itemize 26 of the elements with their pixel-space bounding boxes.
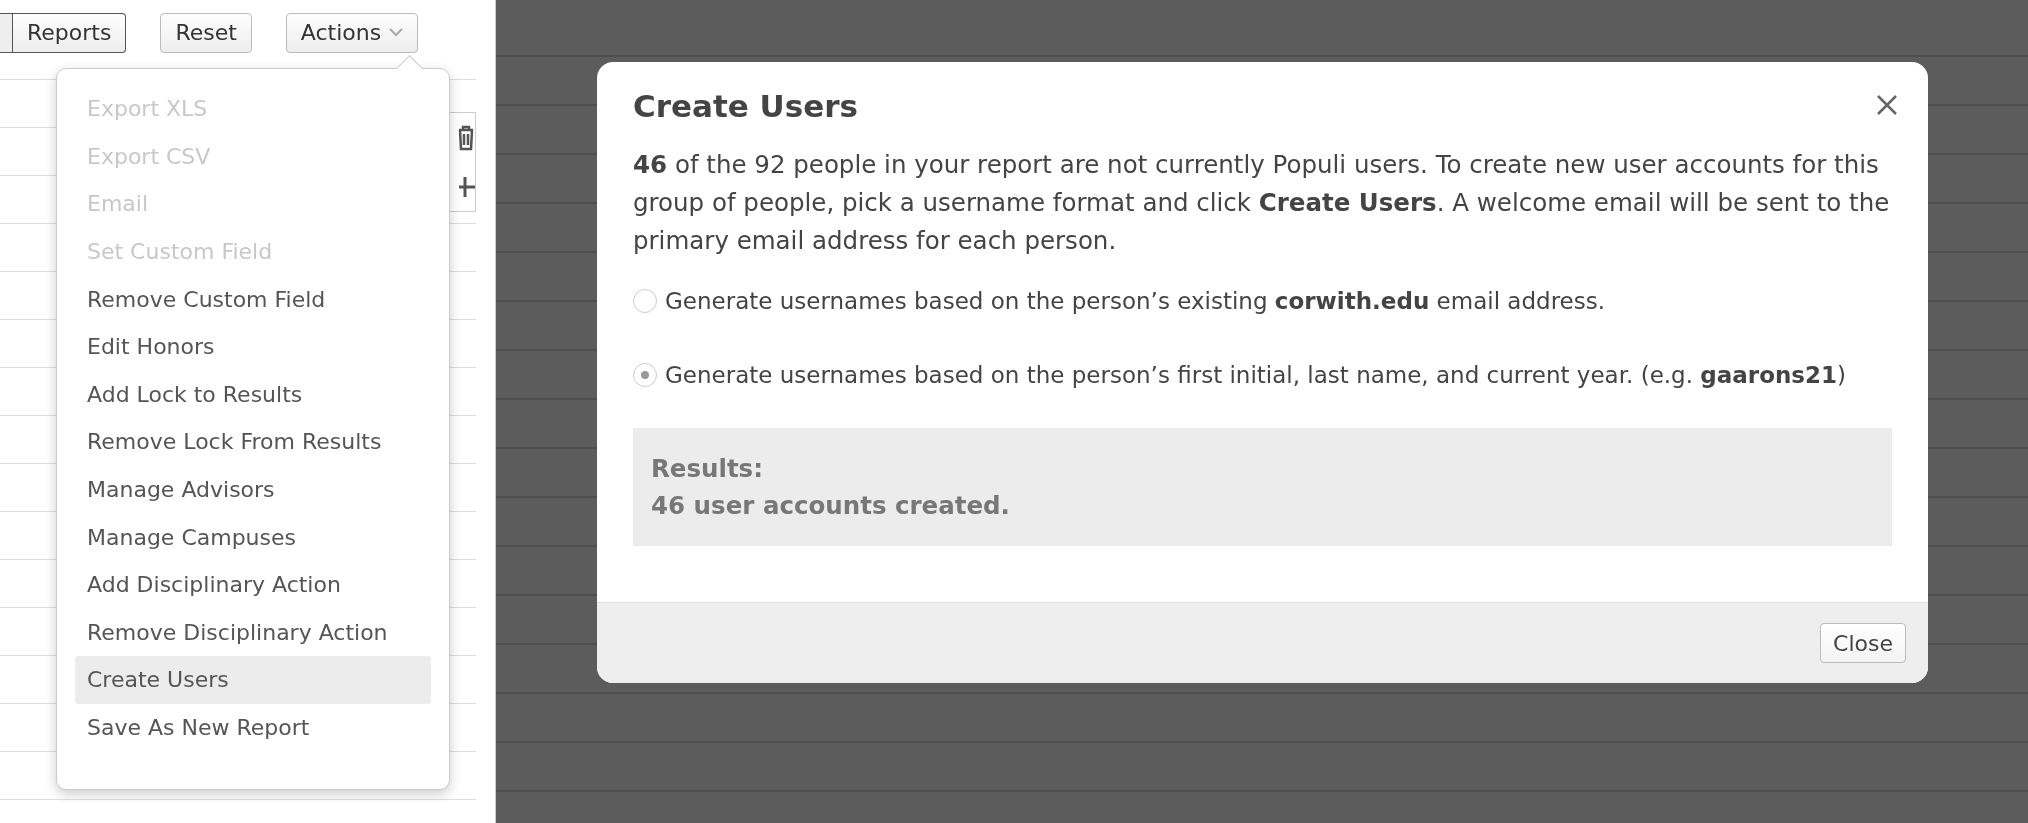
menu-item[interactable]: Add Disciplinary Action bbox=[75, 560, 431, 609]
menu-item[interactable]: Save As New Report bbox=[75, 703, 431, 752]
dialog-description: 46 of the 92 people in your report are not currently Populi users. To create new user accounts for this group of people, pick a username format and click Create Users. A welcome email will be sent to the primary email address for each person. bbox=[633, 149, 1891, 257]
reset-button[interactable]: Reset bbox=[160, 12, 252, 53]
trash-icon[interactable] bbox=[457, 125, 475, 151]
plus-icon[interactable] bbox=[457, 175, 475, 199]
radio-button[interactable] bbox=[633, 289, 657, 313]
menu-item[interactable]: Add Lock to Results bbox=[75, 370, 431, 419]
radio-label: Generate usernames based on the person’s first initial, last name, and current year. (e.g. gaarons21) bbox=[665, 362, 1847, 388]
radio-button[interactable] bbox=[633, 363, 657, 387]
segmented-button-edge[interactable] bbox=[0, 12, 13, 53]
dialog-title: Create Users bbox=[633, 88, 858, 124]
radio-label: Generate usernames based on the person’s existing corwith.edu email address. bbox=[665, 288, 1606, 314]
results-heading: Results: bbox=[651, 453, 764, 485]
menu-item[interactable]: Remove Custom Field bbox=[75, 275, 431, 323]
actions-dropdown-button[interactable]: Actions bbox=[285, 12, 419, 53]
menu-item[interactable]: Create Users bbox=[75, 656, 431, 704]
menu-item[interactable]: Remove Lock From Results bbox=[75, 418, 431, 466]
menu-item[interactable]: Manage Advisors bbox=[75, 465, 431, 514]
results-message: 46 user accounts created. bbox=[651, 490, 1011, 522]
close-button[interactable]: Close bbox=[1820, 623, 1906, 663]
menu-item[interactable]: Manage Campuses bbox=[75, 513, 431, 561]
chevron-down-icon bbox=[389, 28, 404, 37]
menu-item[interactable]: Remove Disciplinary Action bbox=[75, 608, 431, 657]
menu-item[interactable]: Edit Honors bbox=[75, 322, 431, 371]
reports-button[interactable]: Reports bbox=[13, 12, 127, 53]
